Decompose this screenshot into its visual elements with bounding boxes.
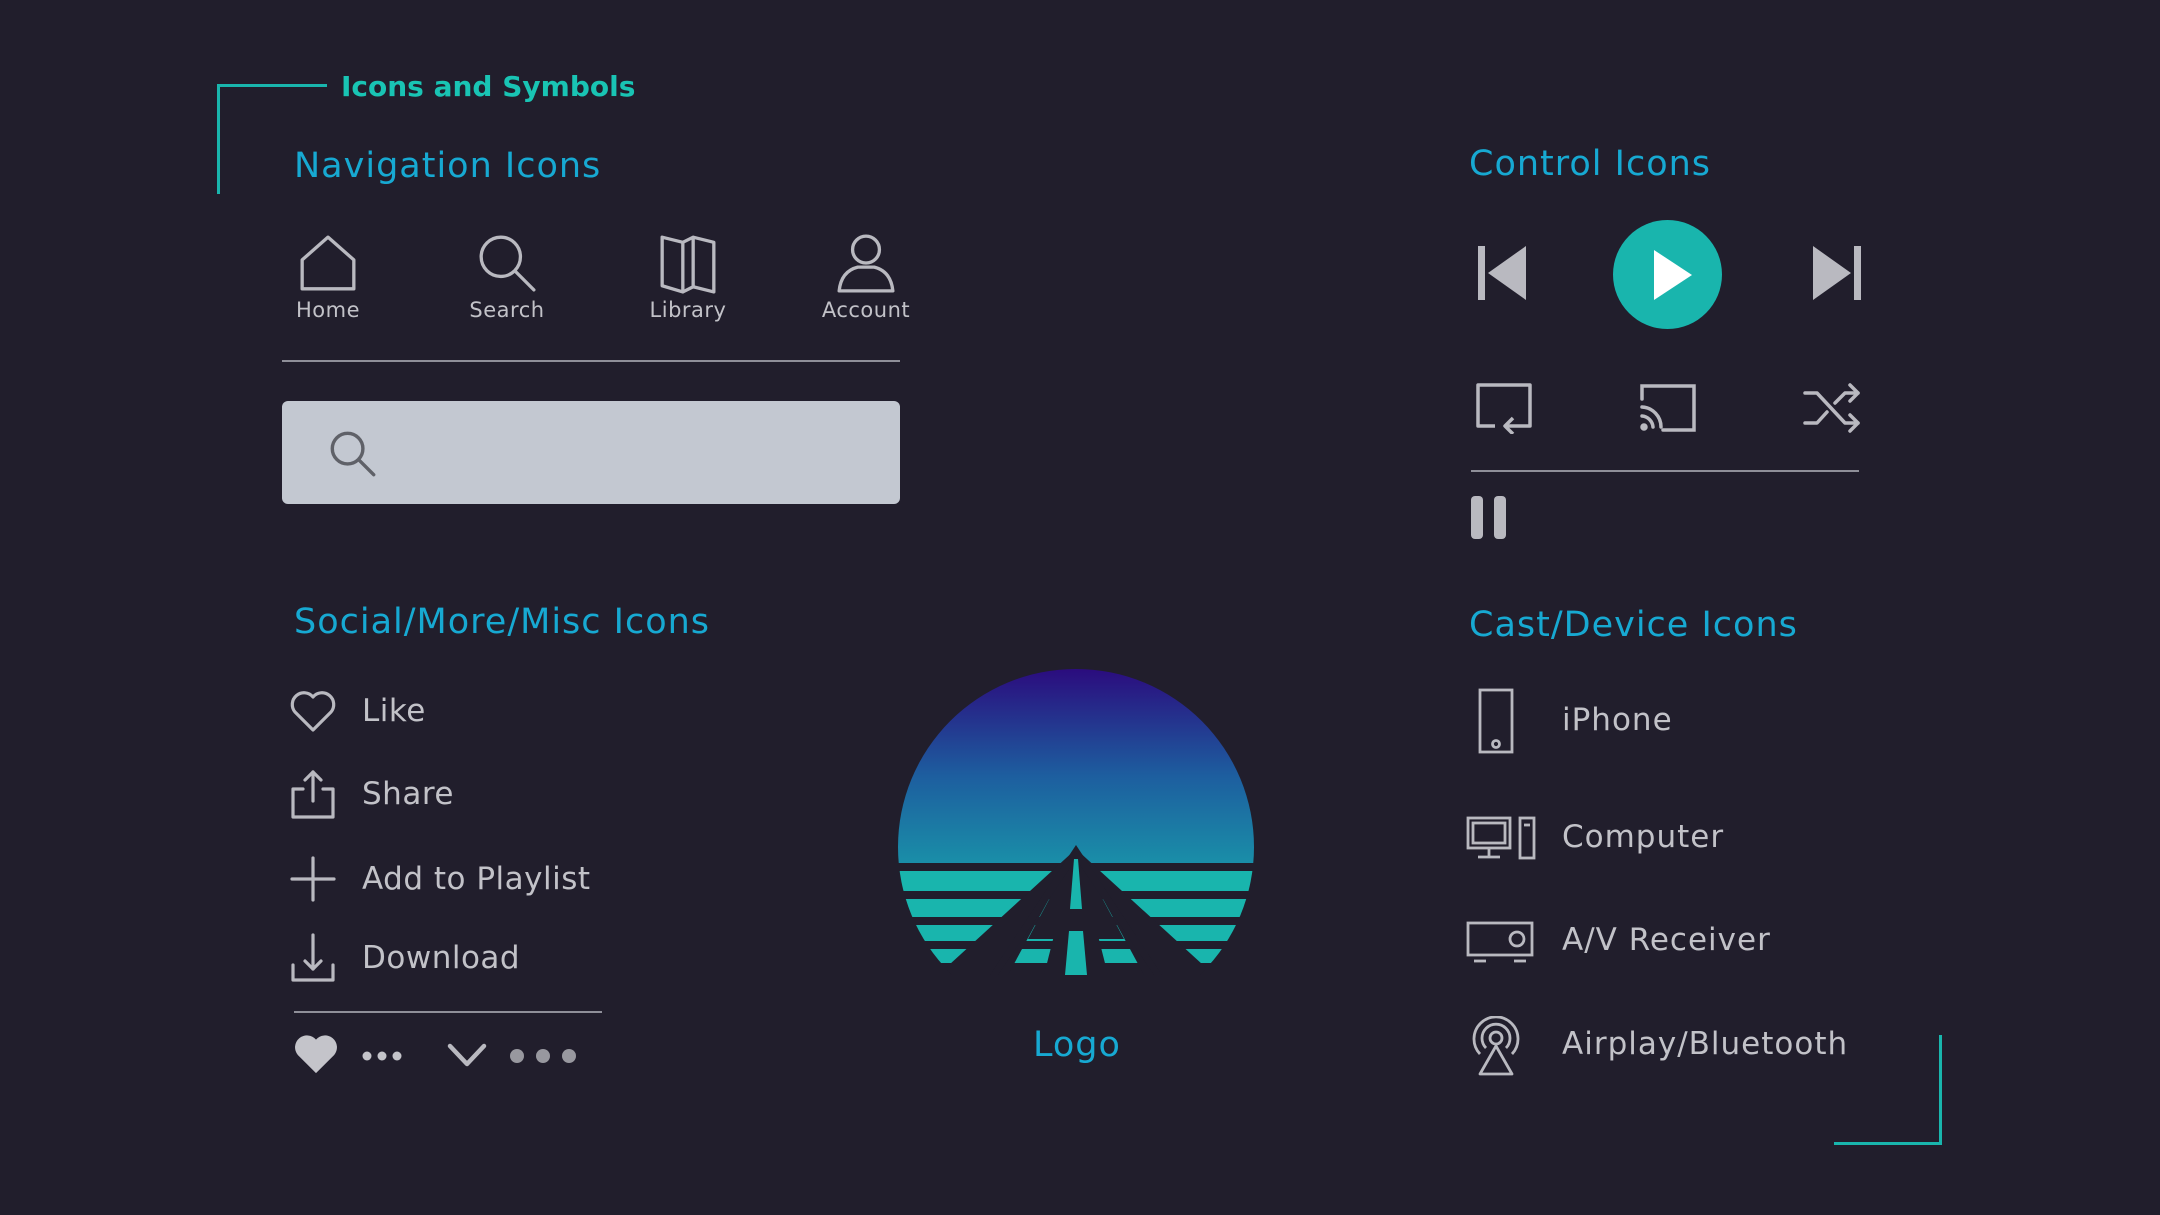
home-icon [300,235,356,291]
phone-icon [1478,688,1514,754]
social-section-title: Social/More/Misc Icons [294,602,711,642]
social-label-add-to-playlist: Add to Playlist [362,861,591,897]
heart-filled-icon[interactable] [294,1032,338,1076]
download-icon [291,933,335,982]
nav-item-account[interactable]: Account [811,232,921,322]
social-label-share: Share [362,776,454,812]
nav-label-library: Library [649,298,727,322]
device-item-iphone[interactable]: iPhone [1466,688,1672,754]
nav-label-account: Account [821,298,911,322]
chevron-down-icon[interactable] [446,1041,488,1069]
av-receiver-icon [1466,921,1534,963]
device-label-airplay: Airplay/Bluetooth [1562,1026,1849,1062]
logo-label: Logo [1033,1025,1121,1065]
social-item-like[interactable]: Like [290,688,426,734]
social-item-share[interactable]: Share [290,769,454,819]
more-horizontal-icon[interactable] [509,1047,577,1065]
device-item-computer[interactable]: Computer [1466,815,1723,861]
play-icon [1654,250,1692,300]
search-icon [479,235,536,292]
library-icon [660,235,716,294]
account-icon [837,234,895,293]
cast-icon[interactable] [1639,383,1697,433]
play-button[interactable] [1613,220,1722,329]
social-item-download[interactable]: Download [290,933,520,983]
share-icon [291,770,335,819]
social-divider [294,1011,602,1013]
heart-outline-icon [290,691,336,732]
nav-item-library[interactable]: Library [633,232,743,322]
airplay-icon [1472,1016,1520,1076]
device-label-iphone: iPhone [1562,702,1673,738]
device-item-av-receiver[interactable]: A/V Receiver [1466,920,1770,964]
frame-corner-bottom-right-v [1939,1035,1942,1145]
navigation-section-title: Navigation Icons [294,146,602,186]
more-horizontal-small-icon[interactable] [362,1050,404,1062]
devices-section-title: Cast/Device Icons [1469,605,1798,645]
device-label-computer: Computer [1562,819,1725,855]
nav-label-search: Search [469,298,545,322]
social-item-add-to-playlist[interactable]: Add to Playlist [290,856,591,902]
frame-corner-bottom-right-h [1834,1142,1942,1145]
pause-icon [1471,496,1506,539]
control-section-title: Control Icons [1469,144,1712,184]
search-box-icon [330,431,376,477]
repeat-icon[interactable] [1475,382,1533,434]
control-divider [1471,470,1859,472]
social-label-like: Like [362,693,426,729]
shuffle-icon[interactable] [1803,383,1861,433]
device-label-av-receiver: A/V Receiver [1562,922,1771,958]
skip-back-icon[interactable] [1478,246,1528,300]
nav-item-search[interactable]: Search [452,232,562,322]
navigation-divider [282,360,900,362]
nav-item-home[interactable]: Home [273,232,383,322]
nav-label-home: Home [295,298,360,322]
frame-corner-top-left-v [217,84,220,194]
logo-graphic [898,669,1254,975]
plus-icon [290,856,336,902]
frame-title: Icons and Symbols [341,70,636,103]
pause-button[interactable] [1471,496,1507,539]
skip-forward-icon[interactable] [1811,246,1861,300]
frame-corner-top-left-h [217,84,327,87]
computer-icon [1466,816,1536,860]
search-input[interactable] [282,401,900,504]
social-label-download: Download [362,940,521,976]
device-item-airplay[interactable]: Airplay/Bluetooth [1466,1016,1847,1076]
